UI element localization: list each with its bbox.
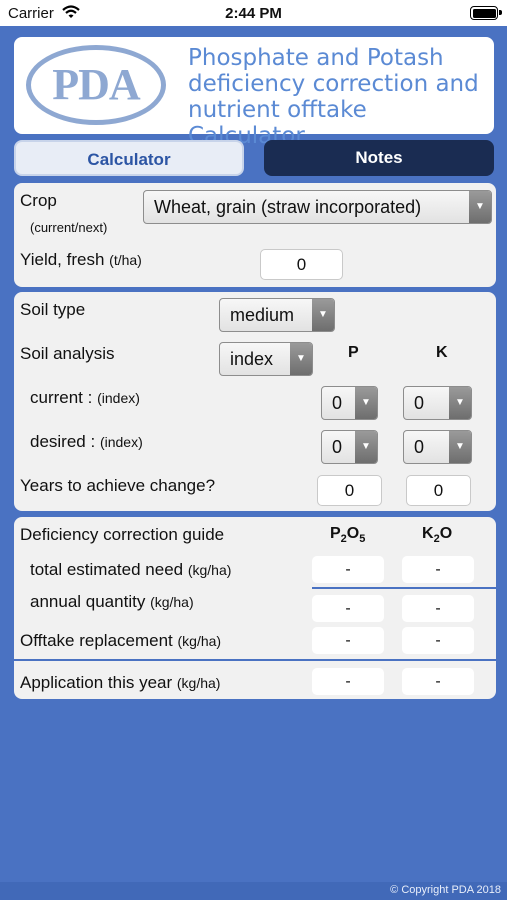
offtake-unit: (kg/ha) [177,633,222,649]
chevron-down-icon: ▼ [290,343,312,375]
total-k2o-value: - [402,556,474,583]
deficiency-guide-label: Deficiency correction guide [20,525,225,544]
current-k-select[interactable]: 0 ▼ [403,386,472,420]
status-bar: Carrier 2:44 PM [0,0,507,26]
yield-input[interactable]: 0 [260,249,343,280]
clock: 2:44 PM [225,5,282,22]
divider [14,659,496,661]
total-label-text: total estimated need [30,560,184,579]
results-panel: Deficiency correction guide P2O5 K2O tot… [14,517,496,699]
chevron-down-icon: ▼ [449,431,471,463]
chevron-down-icon: ▼ [469,191,491,223]
annual-quantity-label: annual quantity (kg/ha) [30,592,194,612]
tab-notes[interactable]: Notes [264,140,494,176]
desired-index-label: desired : (index) [30,432,143,452]
tab-calculator[interactable]: Calculator [14,140,244,176]
current-unit: (index) [97,390,140,406]
crop-label: Crop [20,191,57,210]
application-unit: (kg/ha) [176,675,221,691]
col-header-k: K [436,344,448,361]
application-k2o-value: - [402,668,474,695]
current-label-text: current : [30,388,93,407]
current-k-value: 0 [414,393,425,413]
years-label: Years to achieve change? [20,476,216,495]
total-need-label: total estimated need (kg/ha) [30,560,231,580]
years-p-input[interactable]: 0 [317,475,382,506]
yield-label: Yield, fresh (t/ha) [20,250,142,270]
desired-k-value: 0 [414,437,425,457]
soil-analysis-label: Soil analysis [20,344,115,363]
current-index-label: current : (index) [30,388,140,408]
total-unit: (kg/ha) [187,562,232,578]
offtake-label: Offtake replacement (kg/ha) [20,631,221,651]
chevron-down-icon: ▼ [312,299,334,331]
chevron-down-icon: ▼ [355,431,377,463]
copyright-text: © Copyright PDA 2018 [390,884,501,896]
annual-unit: (kg/ha) [150,594,194,610]
soil-type-select[interactable]: medium ▼ [219,298,335,332]
crop-sublabel: (current/next) [30,220,108,235]
application-p2o5-value: - [312,668,384,695]
years-k-input[interactable]: 0 [406,475,471,506]
application-label-text: Application this year [20,673,173,692]
desired-label-text: desired : [30,432,96,451]
footer: © Copyright PDA 2018 [0,882,507,900]
soil-type-label: Soil type [20,300,86,319]
yield-unit: (t/ha) [109,252,142,268]
annual-k2o-value: - [402,595,474,622]
current-p-value: 0 [332,393,343,413]
divider [312,587,496,589]
soil-type-value: medium [230,305,295,325]
crop-select[interactable]: Wheat, grain (straw incorporated) ▼ [143,190,492,224]
yield-label-text: Yield, fresh [20,250,105,269]
desired-unit: (index) [99,434,143,450]
logo-text: PDA [52,60,140,109]
crop-select-value: Wheat, grain (straw incorporated) [154,197,422,217]
battery-icon [470,6,502,20]
desired-p-value: 0 [332,437,343,457]
col-header-p: P [348,344,359,361]
crop-panel: Crop (current/next) Wheat, grain (straw … [14,183,496,287]
app-title: Phosphate and Potash deficiency correcti… [188,45,479,149]
chevron-down-icon: ▼ [355,387,377,419]
current-p-select[interactable]: 0 ▼ [321,386,378,420]
desired-k-select[interactable]: 0 ▼ [403,430,472,464]
pda-logo: PDA [26,45,166,125]
offtake-p2o5-value: - [312,627,384,654]
col-header-k2o: K2O [422,525,453,546]
desired-p-select[interactable]: 0 ▼ [321,430,378,464]
chevron-down-icon: ▼ [449,387,471,419]
soil-panel: Soil type medium ▼ Soil analysis index ▼… [14,292,496,511]
annual-label-text: annual quantity [30,592,146,611]
total-p2o5-value: - [312,556,384,583]
app-header: PDA Phosphate and Potash deficiency corr… [14,37,494,149]
annual-p2o5-value: - [312,595,384,622]
application-label: Application this year (kg/ha) [20,673,220,693]
soil-analysis-select[interactable]: index ▼ [219,342,313,376]
offtake-label-text: Offtake replacement [20,631,173,650]
soil-analysis-value: index [230,349,274,369]
col-header-p2o5: P2O5 [330,525,366,546]
offtake-k2o-value: - [402,627,474,654]
